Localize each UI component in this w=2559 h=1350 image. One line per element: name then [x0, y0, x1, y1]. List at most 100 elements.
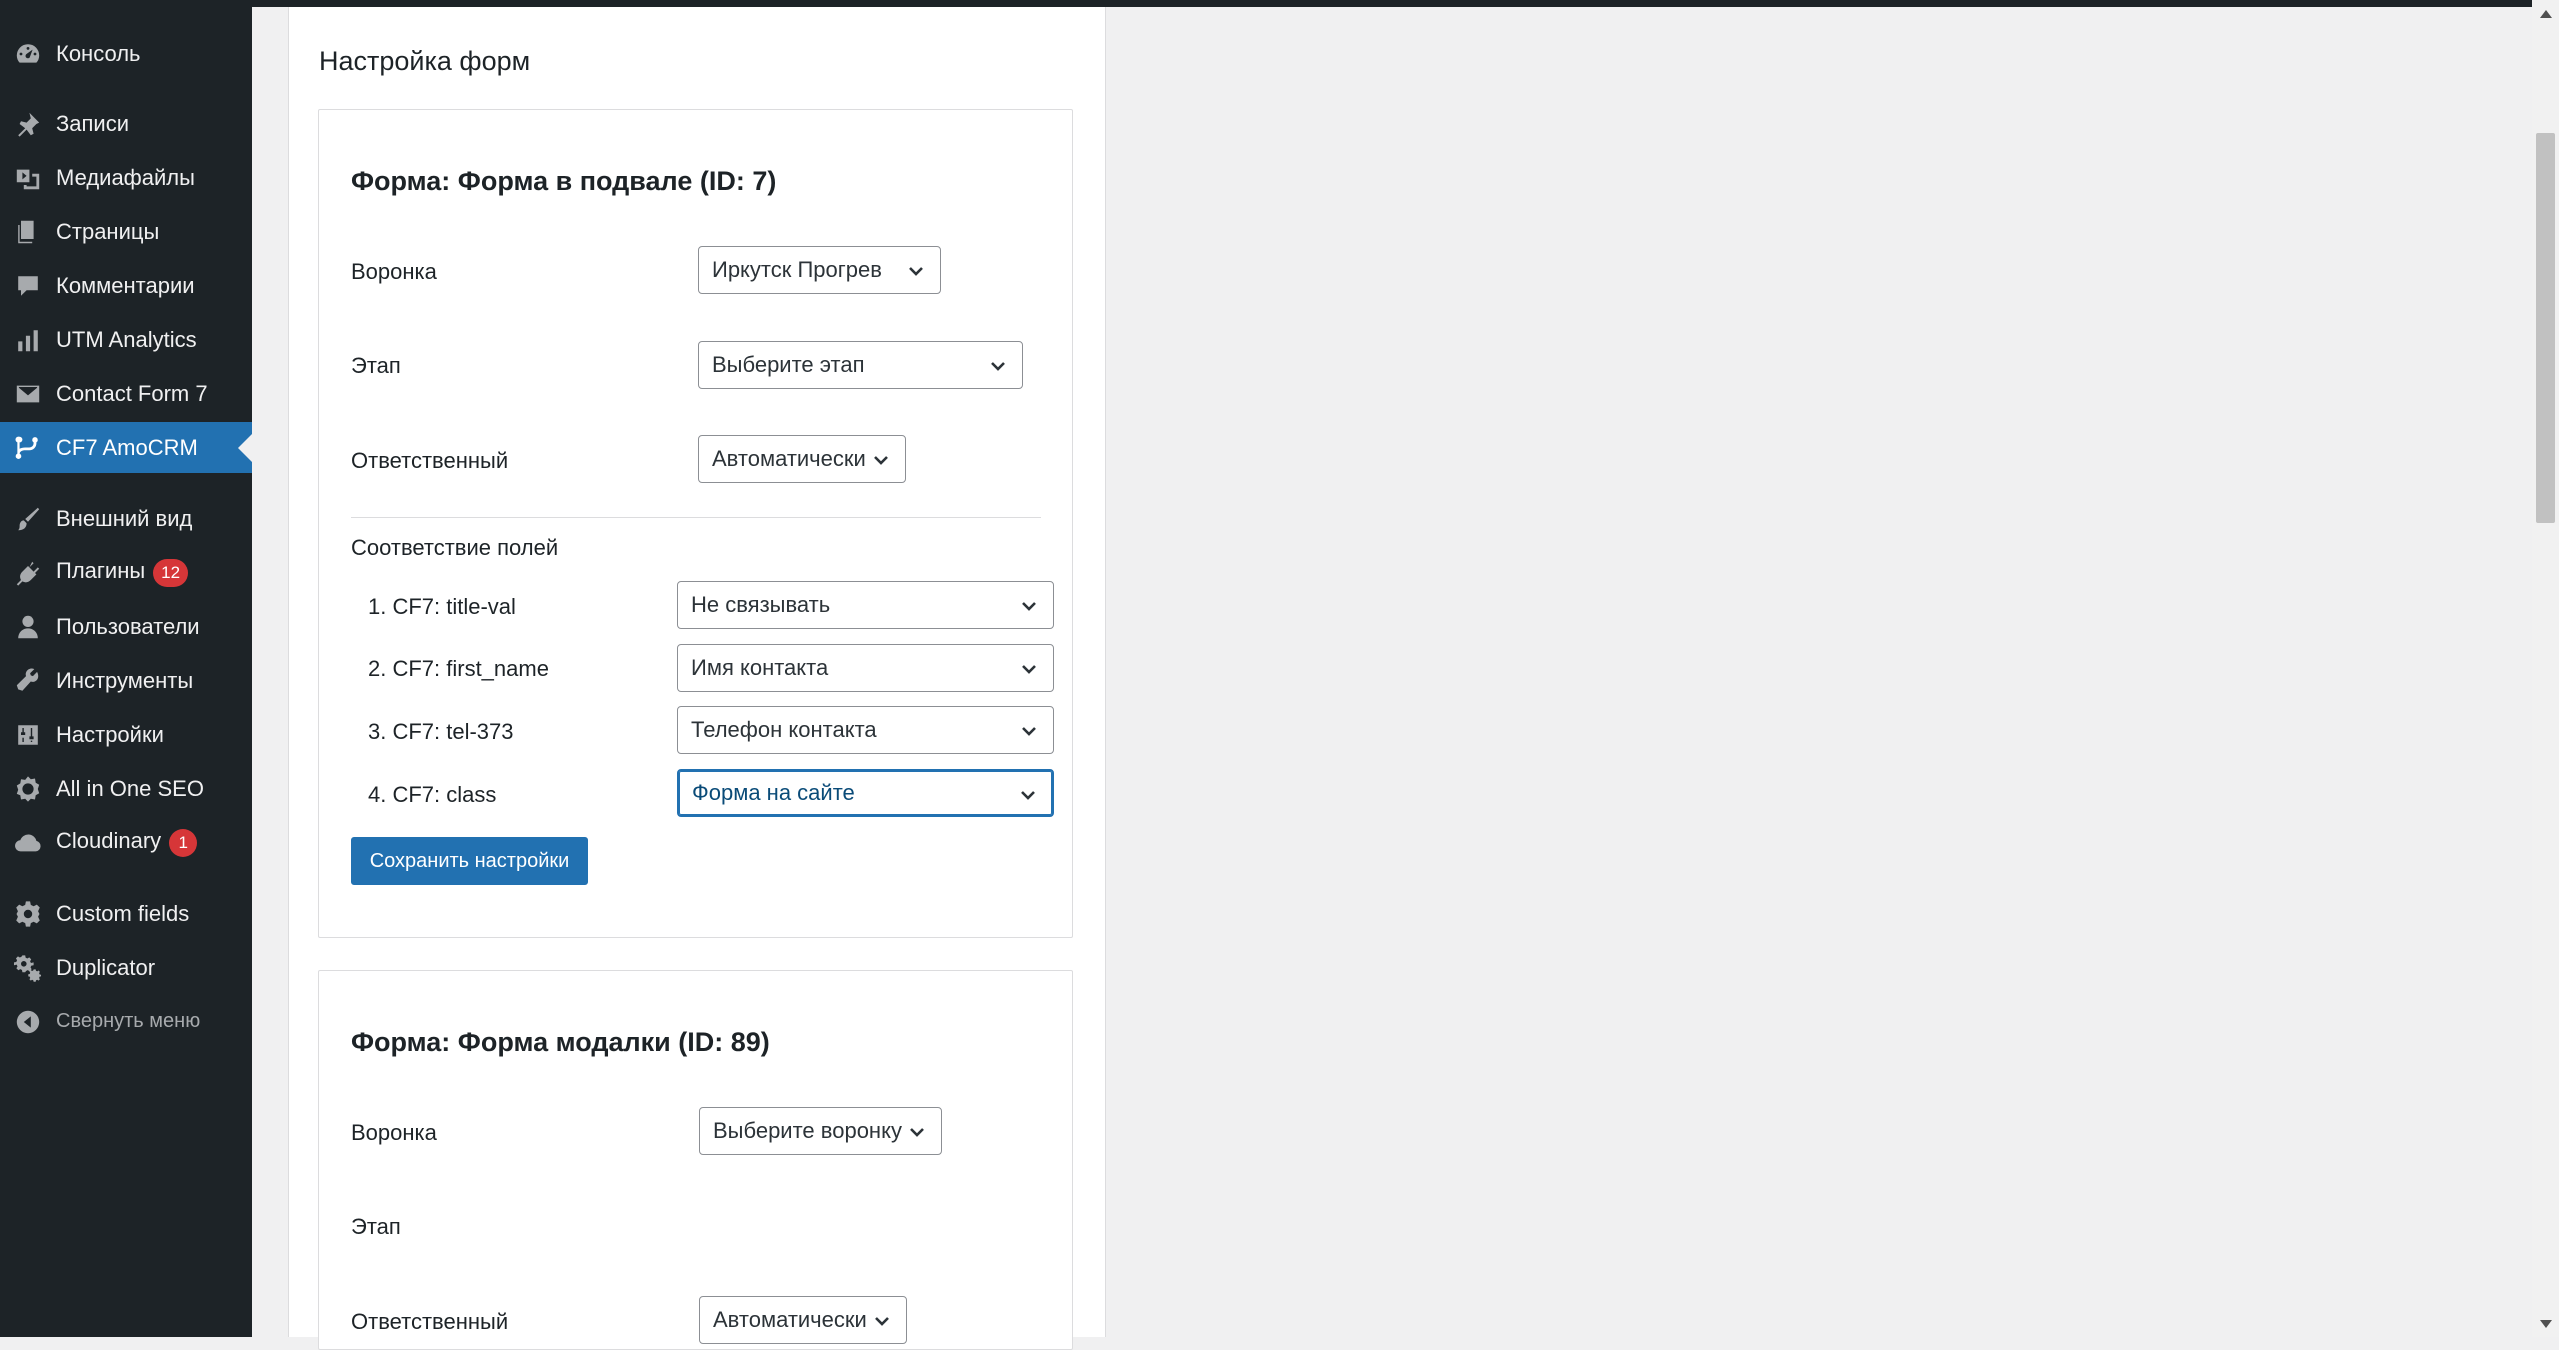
sidebar-item-media[interactable]: Медиафайлы [0, 152, 252, 203]
settings-sliders-icon [14, 721, 42, 749]
cloud-icon [14, 829, 42, 857]
network-icon [14, 434, 42, 462]
sidebar-item-label: CF7 AmoCRM [56, 434, 198, 460]
sidebar-item-label: Cloudinary 1 [56, 828, 198, 857]
mapping-field-label: 3. CF7: tel-373 [368, 719, 514, 744]
funnel-select-value: Иркутск Прогрев [712, 257, 882, 282]
chevron-down-icon [871, 450, 891, 470]
mapping-select-focused[interactable]: Форма на сайте [677, 769, 1054, 817]
sidebar-item-posts[interactable]: Записи [0, 98, 252, 149]
mapping-select[interactable]: Телефон контакта [677, 706, 1054, 754]
sidebar-item-label: Внешний вид [56, 505, 193, 531]
mapping-select[interactable]: Не связывать [677, 581, 1054, 629]
sidebar-item-contact-form-7[interactable]: Contact Form 7 [0, 368, 252, 419]
sidebar-item-cloudinary[interactable]: Cloudinary 1 [0, 817, 252, 868]
envelope-icon [14, 380, 42, 408]
scrollbar-thumb[interactable] [2536, 133, 2555, 523]
funnel-select[interactable]: Иркутск Прогрев [698, 246, 941, 294]
save-settings-button[interactable]: Сохранить настройки [351, 837, 588, 885]
mapping-field-label: 4. CF7: class [368, 782, 497, 807]
responsible-select-value: Автоматически [712, 446, 866, 471]
seo-icon [14, 775, 42, 803]
page-scrollbar[interactable] [2532, 0, 2559, 1337]
media-icon [14, 164, 42, 192]
funnel-label: Воронка [351, 1120, 437, 1145]
mapping-select[interactable]: Имя контакта [677, 644, 1054, 692]
sidebar-item-dashboard[interactable]: Консоль [0, 28, 252, 79]
responsible-label: Ответственный [351, 1309, 509, 1334]
dashboard-icon [14, 40, 42, 68]
sidebar-item-label: Инструменты [56, 667, 194, 693]
mapping-field-label: 1. CF7: title-val [368, 594, 516, 619]
chevron-down-icon [907, 1122, 927, 1142]
stage-select-value: Выберите этап [712, 352, 865, 377]
sidebar-item-cf7-amocrm[interactable]: CF7 AmoCRM [0, 422, 252, 473]
sidebar-item-pages[interactable]: Страницы [0, 206, 252, 257]
sidebar-item-custom-fields[interactable]: Custom fields [0, 888, 252, 939]
form-card-title: Форма: Форма в подвале (ID: 7) [351, 166, 777, 196]
sidebar-item-label: All in One SEO [56, 775, 204, 801]
admin-sidebar: Консоль Записи Медиафайлы Страницы Комме… [0, 0, 252, 1337]
sidebar-item-duplicator[interactable]: Duplicator [0, 942, 252, 993]
gears-icon [14, 954, 42, 982]
chevron-down-icon [1019, 659, 1039, 679]
funnel-select[interactable]: Выберите воронку [699, 1107, 942, 1155]
field-mapping-title: Соответствие полей [351, 535, 559, 560]
chevron-down-icon [1019, 721, 1039, 741]
scroll-down-arrow-icon[interactable] [2532, 1310, 2559, 1337]
cloudinary-notification-badge: 1 [169, 828, 198, 857]
collapse-arrow-icon [14, 1008, 42, 1036]
admin-top-strip [0, 0, 2532, 7]
sidebar-item-text: Плагины [56, 558, 146, 584]
sidebar-item-label: Медиафайлы [56, 164, 195, 190]
sidebar-item-label: UTM Analytics [56, 326, 197, 352]
sidebar-item-label: Страницы [56, 218, 160, 244]
sidebar-item-tools[interactable]: Инструменты [0, 655, 252, 706]
chevron-down-icon [906, 261, 926, 281]
mapping-select-value: Имя контакта [691, 655, 829, 680]
pages-icon [14, 218, 42, 246]
chevron-down-icon [872, 1311, 892, 1331]
form-card-title: Форма: Форма модалки (ID: 89) [351, 1027, 770, 1057]
sidebar-item-settings[interactable]: Настройки [0, 709, 252, 760]
gear-icon [14, 900, 42, 928]
plugins-update-count-badge: 12 [153, 558, 189, 587]
collapse-menu-button[interactable]: Свернуть меню [0, 996, 252, 1047]
sidebar-item-text: Cloudinary [56, 828, 162, 854]
sidebar-item-comments[interactable]: Комментарии [0, 260, 252, 311]
sidebar-item-label: Пользователи [56, 613, 200, 639]
sidebar-item-label: Плагины 12 [56, 558, 189, 587]
sidebar-item-label: Custom fields [56, 900, 190, 926]
sidebar-item-label: Комментарии [56, 272, 195, 298]
section-divider [351, 517, 1041, 518]
responsible-select-value: Автоматически [713, 1307, 867, 1332]
sidebar-item-users[interactable]: Пользователи [0, 601, 252, 652]
sidebar-item-label: Настройки [56, 721, 164, 747]
stage-label: Этап [351, 1214, 401, 1239]
funnel-label: Воронка [351, 259, 437, 284]
plugin-icon [14, 559, 42, 587]
sidebar-item-label: Записи [56, 110, 130, 136]
comment-icon [14, 272, 42, 300]
chevron-down-icon [1018, 785, 1038, 805]
sidebar-item-utm-analytics[interactable]: UTM Analytics [0, 314, 252, 365]
chevron-down-icon [1019, 596, 1039, 616]
chart-bars-icon [14, 326, 42, 354]
responsible-select[interactable]: Автоматически [698, 435, 906, 483]
responsible-label: Ответственный [351, 448, 509, 473]
scroll-up-arrow-icon[interactable] [2532, 0, 2559, 27]
wrench-icon [14, 667, 42, 695]
chevron-down-icon [988, 356, 1008, 376]
sidebar-item-plugins[interactable]: Плагины 12 [0, 547, 252, 598]
sidebar-item-all-in-one-seo[interactable]: All in One SEO [0, 763, 252, 814]
stage-select[interactable]: Выберите этап [698, 341, 1023, 389]
sidebar-item-label: Duplicator [56, 954, 156, 980]
sidebar-item-appearance[interactable]: Внешний вид [0, 493, 252, 544]
funnel-select-value: Выберите воронку [713, 1118, 902, 1143]
user-icon [14, 613, 42, 641]
sidebar-item-label: Contact Form 7 [56, 380, 208, 406]
mapping-select-value: Не связывать [691, 592, 831, 617]
sidebar-item-label: Консоль [56, 40, 141, 66]
mapping-select-value: Форма на сайте [692, 780, 855, 805]
page-section-title: Настройка форм [319, 46, 531, 76]
